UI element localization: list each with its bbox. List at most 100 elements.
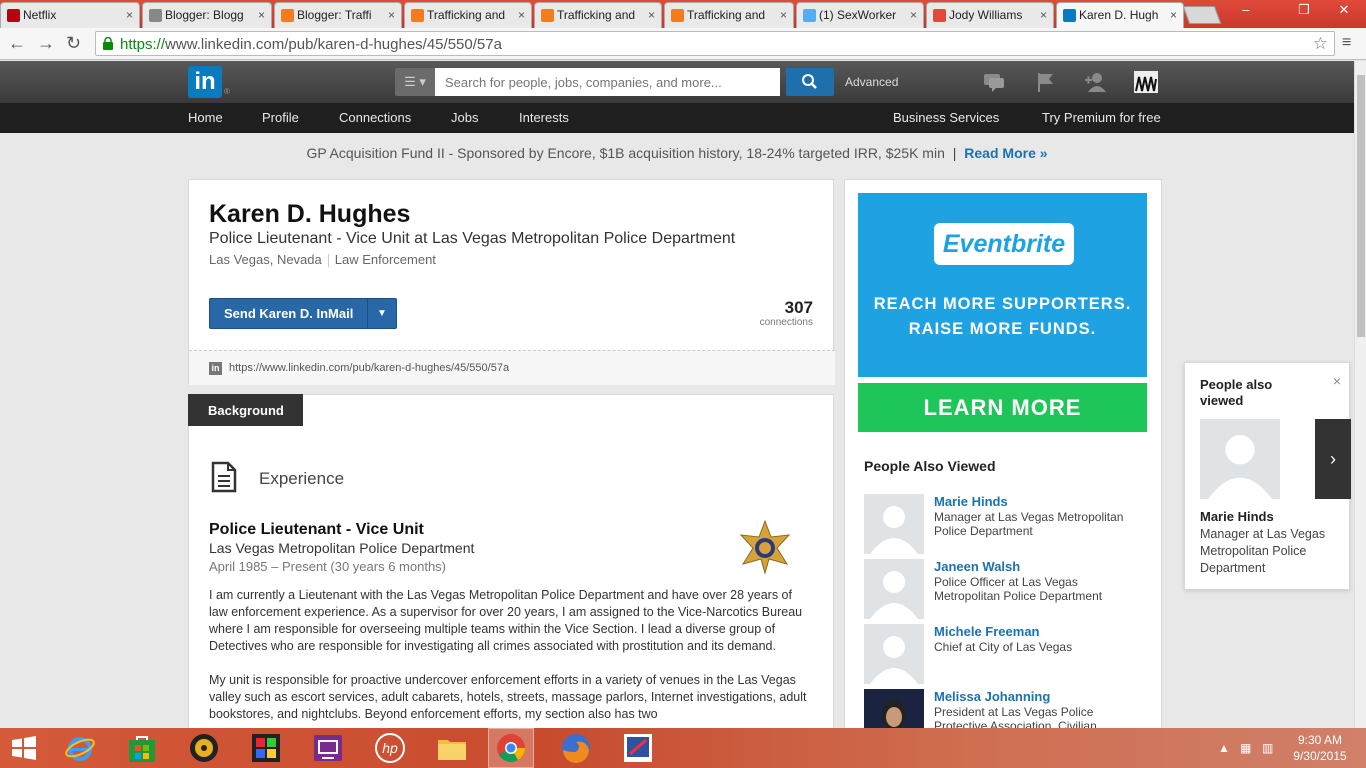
remote-app-icon[interactable]: [312, 732, 344, 764]
browser-tab[interactable]: Trafficking and ×: [534, 2, 662, 28]
briefcase-document-icon: [211, 461, 237, 493]
person-name[interactable]: Michele Freeman: [934, 624, 1040, 639]
read-more-link[interactable]: Read More »: [964, 145, 1047, 161]
nav-item[interactable]: Interests: [519, 110, 569, 125]
chrome-icon[interactable]: [495, 732, 527, 764]
store-icon[interactable]: [126, 732, 158, 764]
hp-icon[interactable]: hp: [374, 732, 406, 764]
list-item[interactable]: Michele Freeman Chief at City of Las Vega…: [864, 624, 1149, 684]
system-clock[interactable]: 9:30 AM 9/30/2015: [1290, 732, 1350, 764]
connections-count: 307: [784, 298, 813, 317]
person-headline: Manager at Las Vegas Metropolitan Police…: [934, 510, 1124, 538]
search-input[interactable]: [435, 68, 780, 96]
popup-title: People also viewed: [1200, 377, 1273, 408]
reload-icon[interactable]: ↻: [66, 33, 81, 54]
forward-arrow-icon[interactable]: →: [37, 33, 55, 54]
nav-item[interactable]: Home: [188, 110, 223, 125]
tray-chevron-up-icon[interactable]: ▲: [1218, 741, 1230, 755]
search-type-dropdown[interactable]: ☰ ▾: [395, 68, 435, 96]
nav-item[interactable]: Profile: [262, 110, 299, 125]
list-item[interactable]: Marie Hinds Manager at Las Vegas Metropol…: [864, 494, 1149, 554]
location-text[interactable]: Las Vegas, Nevada: [209, 252, 322, 267]
browser-tab[interactable]: Blogger: Blogg ×: [142, 2, 272, 28]
industry-text[interactable]: Law Enforcement: [335, 252, 436, 267]
logo-registered-mark: ®: [224, 87, 230, 96]
public-profile-url[interactable]: https://www.linkedin.com/pub/karen-d-hug…: [229, 362, 509, 374]
nav-item[interactable]: Connections: [339, 110, 411, 125]
new-tab-button[interactable]: [1182, 6, 1222, 24]
learn-more-button[interactable]: LEARN MORE: [858, 383, 1147, 432]
tab-title: Blogger: Blogg: [165, 8, 244, 22]
avatar[interactable]: [864, 559, 924, 619]
flag-icon[interactable]: [1034, 71, 1058, 93]
job-company[interactable]: Las Vegas Metropolitan Police Department: [209, 540, 474, 556]
browser-tab[interactable]: Trafficking and ×: [664, 2, 794, 28]
browser-tab[interactable]: Karen D. Hugh ×: [1056, 2, 1184, 28]
nav-item[interactable]: Jobs: [451, 110, 478, 125]
person-headline: Police Officer at Las Vegas Metropolitan…: [934, 575, 1103, 603]
tab-close-icon[interactable]: ×: [780, 8, 787, 22]
person-name[interactable]: Marie Hinds: [934, 494, 1008, 509]
back-arrow-icon[interactable]: ←: [8, 33, 26, 54]
job-title[interactable]: Police Lieutenant - Vice Unit: [209, 521, 424, 539]
search-button[interactable]: [786, 68, 834, 96]
minimize-icon[interactable]: –: [1232, 0, 1260, 20]
list-item[interactable]: Janeen Walsh Police Officer at Las Vegas …: [864, 559, 1149, 619]
inmail-dropdown-chevron-icon[interactable]: ▼: [367, 299, 396, 328]
popup-person-name[interactable]: Marie Hinds: [1200, 509, 1274, 524]
tab-close-icon[interactable]: ×: [388, 8, 395, 22]
linkedin-logo[interactable]: in: [188, 66, 222, 98]
action-center-icon[interactable]: ▦: [1240, 741, 1251, 755]
page-scrollbar[interactable]: [1354, 61, 1366, 728]
messages-icon[interactable]: [982, 71, 1006, 93]
browser-toolbar: ← → ↻ https://www.linkedin.com/pub/karen…: [0, 28, 1366, 60]
person-name[interactable]: Janeen Walsh: [934, 559, 1020, 574]
internet-explorer-icon[interactable]: [64, 732, 96, 764]
media-player-icon[interactable]: [188, 732, 220, 764]
advanced-search-link[interactable]: Advanced: [845, 75, 898, 89]
tab-close-icon[interactable]: ×: [1040, 8, 1047, 22]
add-connection-icon[interactable]: [1084, 71, 1108, 93]
browser-tab[interactable]: (1) SexWorker ×: [796, 2, 924, 28]
browser-tab[interactable]: Jody Williams ×: [926, 2, 1054, 28]
firefox-icon[interactable]: [560, 732, 592, 764]
tab-close-icon[interactable]: ×: [518, 8, 525, 22]
close-icon[interactable]: ×: [1333, 373, 1341, 389]
hamburger-menu-icon[interactable]: ≡: [1342, 34, 1351, 52]
background-tab[interactable]: Background: [188, 394, 303, 426]
close-window-icon[interactable]: ✕: [1330, 0, 1358, 20]
avatar[interactable]: [864, 494, 924, 554]
tab-close-icon[interactable]: ×: [258, 8, 265, 22]
ad-line-1: REACH MORE SUPPORTERS.: [873, 295, 1132, 313]
nav-item[interactable]: Business Services: [893, 110, 999, 125]
profile-thumbnail-icon[interactable]: [1134, 71, 1158, 93]
linkedin-header: in ® ☰ ▾ Advanced: [0, 61, 1354, 103]
avatar[interactable]: [1200, 419, 1280, 499]
eventbrite-logo: Eventbrite: [934, 223, 1074, 265]
network-icon[interactable]: ▥: [1262, 741, 1273, 755]
tab-close-icon[interactable]: ×: [648, 8, 655, 22]
file-explorer-icon[interactable]: [436, 732, 468, 764]
eventbrite-ad[interactable]: Eventbrite REACH MORE SUPPORTERS. RAISE …: [858, 193, 1147, 377]
puzzle-app-icon[interactable]: [250, 732, 282, 764]
tab-close-icon[interactable]: ×: [910, 8, 917, 22]
browser-tab[interactable]: Netflix ×: [0, 2, 140, 28]
address-bar[interactable]: https://www.linkedin.com/pub/karen-d-hug…: [95, 31, 1335, 56]
paint-app-icon[interactable]: [622, 732, 654, 764]
people-also-viewed-heading: People Also Viewed: [864, 458, 996, 474]
maximize-icon[interactable]: ❐: [1290, 0, 1318, 20]
tab-close-icon[interactable]: ×: [1170, 8, 1177, 22]
tab-favicon-icon: [1063, 9, 1076, 22]
nav-item[interactable]: Try Premium for free: [1042, 110, 1161, 125]
url-text: https://www.linkedin.com/pub/karen-d-hug…: [120, 36, 502, 53]
send-inmail-button[interactable]: Send Karen D. InMail ▼: [209, 298, 397, 329]
bookmark-star-icon[interactable]: ☆: [1313, 34, 1328, 54]
browser-tab[interactable]: Trafficking and ×: [404, 2, 532, 28]
chevron-right-icon[interactable]: ›: [1315, 419, 1351, 499]
browser-tab[interactable]: Blogger: Traffi ×: [274, 2, 402, 28]
person-name[interactable]: Melissa Johanning: [934, 689, 1050, 704]
scrollbar-thumb[interactable]: [1357, 75, 1365, 337]
avatar[interactable]: [864, 624, 924, 684]
windows-start-icon[interactable]: [8, 732, 40, 764]
tab-close-icon[interactable]: ×: [126, 8, 133, 22]
